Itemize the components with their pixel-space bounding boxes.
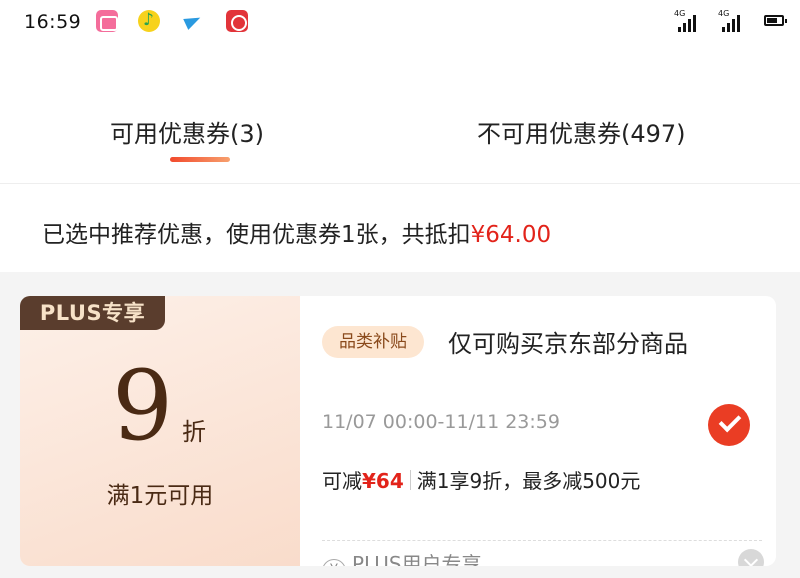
discount-unit: 折	[182, 418, 206, 446]
dashed-divider	[322, 540, 762, 541]
validity-period: 11/07 00:00-11/11 23:59	[322, 411, 560, 433]
discount-rule: 满1享9折，最多减500元	[416, 469, 641, 493]
coupon-card[interactable]: PLUS专享 9 折 满1元可用 品类补贴 仅可购买京东部分商品 11/07 0…	[20, 296, 776, 566]
deduct-amount: ¥64	[362, 469, 404, 493]
plane-icon	[182, 10, 204, 32]
plus-user-text: PLUS用户专享	[352, 552, 482, 566]
recommendation-summary: 已选中推荐优惠，使用优惠券1张，共抵扣¥64.00	[42, 215, 551, 249]
coupon-scope: 仅可购买京东部分商品	[448, 330, 688, 358]
battery-icon	[764, 15, 787, 26]
summary-amount: ¥64.00	[470, 222, 552, 248]
deduct-prefix: 可减	[322, 469, 362, 493]
deduction-info: 可减¥64 满1享9折，最多减500元	[322, 461, 682, 501]
status-time: 16:59	[24, 11, 82, 33]
music-icon	[138, 10, 160, 32]
tab-unavailable-coupons[interactable]: 不可用优惠券(497)	[477, 114, 686, 149]
minimum-spend: 满1元可用	[106, 483, 214, 509]
bilibili-icon	[96, 10, 118, 32]
status-bar: 16:59 4G 4G	[0, 0, 800, 48]
active-tab-indicator	[170, 157, 230, 162]
netease-music-icon	[226, 10, 248, 32]
chevron-down-icon[interactable]	[738, 549, 764, 566]
signal-icon-2: 4G	[718, 9, 742, 32]
plus-user-note: ¥ PLUS用户专享	[322, 548, 482, 566]
coupon-list: PLUS专享 9 折 满1元可用 品类补贴 仅可购买京东部分商品 11/07 0…	[0, 272, 800, 578]
selected-check-icon[interactable]	[708, 404, 750, 446]
plus-exclusive-badge: PLUS专享	[20, 296, 165, 330]
coupon-detail-panel: 品类补贴 仅可购买京东部分商品 11/07 00:00-11/11 23:59 …	[300, 296, 776, 566]
divider	[409, 470, 411, 490]
yen-icon: ¥	[322, 559, 346, 566]
coupon-value-panel: PLUS专享 9 折 满1元可用	[20, 296, 300, 566]
category-subsidy-tag: 品类补贴	[322, 326, 424, 358]
coupon-tabs: 可用优惠券(3) 不可用优惠券(497)	[0, 96, 800, 184]
signal-icon: 4G	[674, 9, 698, 32]
discount-value: 9	[112, 350, 174, 462]
summary-text: 已选中推荐优惠，使用优惠券1张，共抵扣	[42, 222, 471, 248]
tab-available-coupons[interactable]: 可用优惠券(3)	[110, 114, 264, 149]
